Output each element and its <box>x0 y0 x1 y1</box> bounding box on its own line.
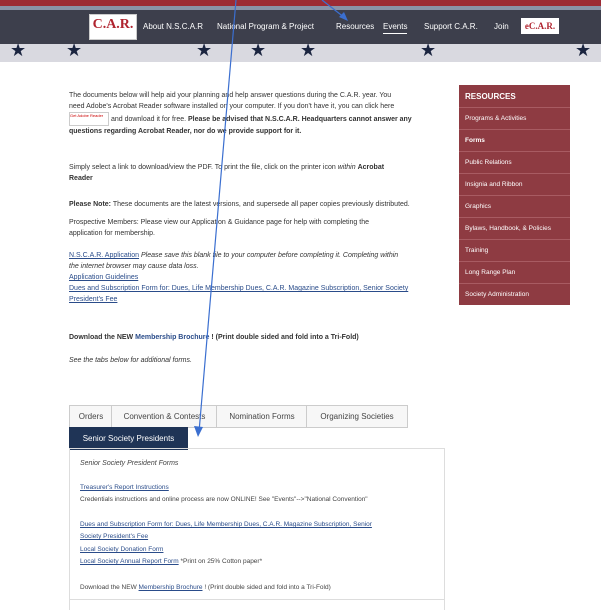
download-brochure: Download the NEW Membership Brochure ! (… <box>69 332 447 343</box>
please-note-text: These documents are the latest versions,… <box>112 201 410 208</box>
nav-about[interactable]: About N.S.C.A.R <box>143 22 203 31</box>
panel-title: Senior Society President Forms <box>80 460 179 467</box>
main-nav: C.A.R. About N.S.C.A.R National Program … <box>0 10 601 44</box>
advisory-text: Please be advised that N.S.C.A.R. Headqu… <box>188 115 412 123</box>
annual-report-link[interactable]: Local Society Annual Report Form <box>80 558 179 565</box>
intro-line-1: The documents below will help aid your p… <box>69 92 392 99</box>
tab-nomination[interactable]: Nomination Forms <box>216 405 308 428</box>
panel-brochure-link[interactable]: Membership Brochure <box>139 584 203 591</box>
dues-line-2: President's Fee <box>69 294 447 305</box>
print-text-bold: Acrobat <box>357 164 385 171</box>
guidelines-line: Application Guidelines <box>69 272 447 283</box>
dues-link[interactable]: Dues and Subscription Form for: Dues, Li… <box>69 285 408 292</box>
print-text-bold-2: Reader <box>69 175 93 182</box>
sidebar-item-society-admin[interactable]: Society Administration <box>459 283 570 305</box>
sidebar-item-programs[interactable]: Programs & Activities <box>459 107 570 129</box>
print-text: Simply select a link to download/view th… <box>69 164 336 171</box>
ecar-logo[interactable]: eC.A.R. <box>521 18 559 34</box>
print-instruction-2: Reader <box>69 173 447 184</box>
intro-download-text: and download it for free. <box>110 115 187 123</box>
panel-dues-link[interactable]: Dues and Subscription Form for: Dues, Li… <box>80 521 372 528</box>
application-link[interactable]: N.S.C.A.R. Application <box>69 252 139 259</box>
download-text-2: ! (Print double sided and fold into a Tr… <box>211 334 359 341</box>
sidebar-item-insignia[interactable]: Insignia and Ribbon <box>459 173 570 195</box>
main-content: The documents below will help aid your p… <box>69 90 447 366</box>
tab-panel: Senior Society President Forms Treasurer… <box>69 448 445 610</box>
annual-report-note: *Print on 25% Cotton paper* <box>180 558 263 565</box>
please-note-label: Please Note: <box>69 201 112 208</box>
advisory-text-2: questions regarding Acrobat Reader, nor … <box>69 128 302 135</box>
donation-link[interactable]: Local Society Donation Form <box>80 546 163 553</box>
application-note: Please save this blank file to your comp… <box>140 252 399 259</box>
header-banner: ★ ★ ★ ★ ★ ★ ★ C.A.R. About N.S.C.A.R Nat… <box>0 0 601 62</box>
nav-national-program[interactable]: National Program & Project <box>217 22 314 31</box>
resources-sidebar: RESOURCES Programs & Activities Forms Pu… <box>459 85 570 305</box>
guidelines-link[interactable]: Application Guidelines <box>69 274 138 281</box>
advisory-line-2: questions regarding Acrobat Reader, nor … <box>69 126 447 137</box>
see-tabs-note: See the tabs below for additional forms. <box>69 357 192 364</box>
sidebar-item-long-range[interactable]: Long Range Plan <box>459 261 570 283</box>
tab-convention[interactable]: Convention & Contests <box>111 405 218 428</box>
sidebar-item-bylaws[interactable]: Bylaws, Handbook, & Policies <box>459 217 570 239</box>
sidebar-item-graphics[interactable]: Graphics <box>459 195 570 217</box>
dues-link-2[interactable]: President's Fee <box>69 296 117 303</box>
download-text: Download the NEW <box>69 334 134 341</box>
brochure-link[interactable]: Membership Brochure <box>135 334 209 341</box>
nav-resources[interactable]: Resources <box>336 22 374 31</box>
tab-organizing[interactable]: Organizing Societies <box>306 405 408 428</box>
panel-download-text: Download the NEW <box>80 584 137 591</box>
sidebar-item-training[interactable]: Training <box>459 239 570 261</box>
credentials-note: Credentials instructions and online proc… <box>80 496 368 503</box>
panel-download-text-2: ! (Print double sided and fold into a Tr… <box>204 584 331 591</box>
print-instruction: Simply select a link to download/view th… <box>69 162 447 173</box>
annual-report-line: Local Society Annual Report Form *Print … <box>80 558 262 565</box>
panel-download-line: Download the NEW Membership Brochure ! (… <box>80 584 331 591</box>
intro-line-3: Get Adobe Reader and download it for fre… <box>69 112 447 126</box>
tab-senior-society[interactable]: Senior Society Presidents <box>69 427 188 450</box>
please-note: Please Note: These documents are the lat… <box>69 199 447 210</box>
banner-stripe <box>0 0 601 6</box>
application-note-2-text: the internet browser may cause data loss… <box>69 263 199 270</box>
car-logo[interactable]: C.A.R. <box>89 14 137 40</box>
sidebar-item-forms[interactable]: Forms <box>459 129 570 151</box>
prospective-members-2: application for membership. <box>69 230 155 237</box>
adobe-reader-badge[interactable]: Get Adobe Reader <box>69 112 109 126</box>
nav-events[interactable]: Events <box>383 22 408 34</box>
application-line: N.S.C.A.R. Application Please save this … <box>69 250 447 261</box>
dues-line-1: Dues and Subscription Form for: Dues, Li… <box>69 283 447 294</box>
intro-line-2: need Adobe's Acrobat Reader software ins… <box>69 103 395 110</box>
treasurer-link[interactable]: Treasurer's Report Instructions <box>80 484 169 491</box>
panel-dues-link-2[interactable]: Society President's Fee <box>80 533 148 540</box>
nav-support[interactable]: Support C.A.R. <box>424 22 478 31</box>
tab-orders[interactable]: Orders <box>69 405 113 428</box>
print-text-italic: within <box>337 164 356 171</box>
sidebar-heading: RESOURCES <box>465 92 516 101</box>
panel-divider <box>70 599 444 600</box>
application-note-2: the internet browser may cause data loss… <box>69 261 447 272</box>
sidebar-item-public-relations[interactable]: Public Relations <box>459 151 570 173</box>
nav-join[interactable]: Join <box>494 22 509 31</box>
prospective-members-1: Prospective Members: Please view our App… <box>69 219 369 226</box>
